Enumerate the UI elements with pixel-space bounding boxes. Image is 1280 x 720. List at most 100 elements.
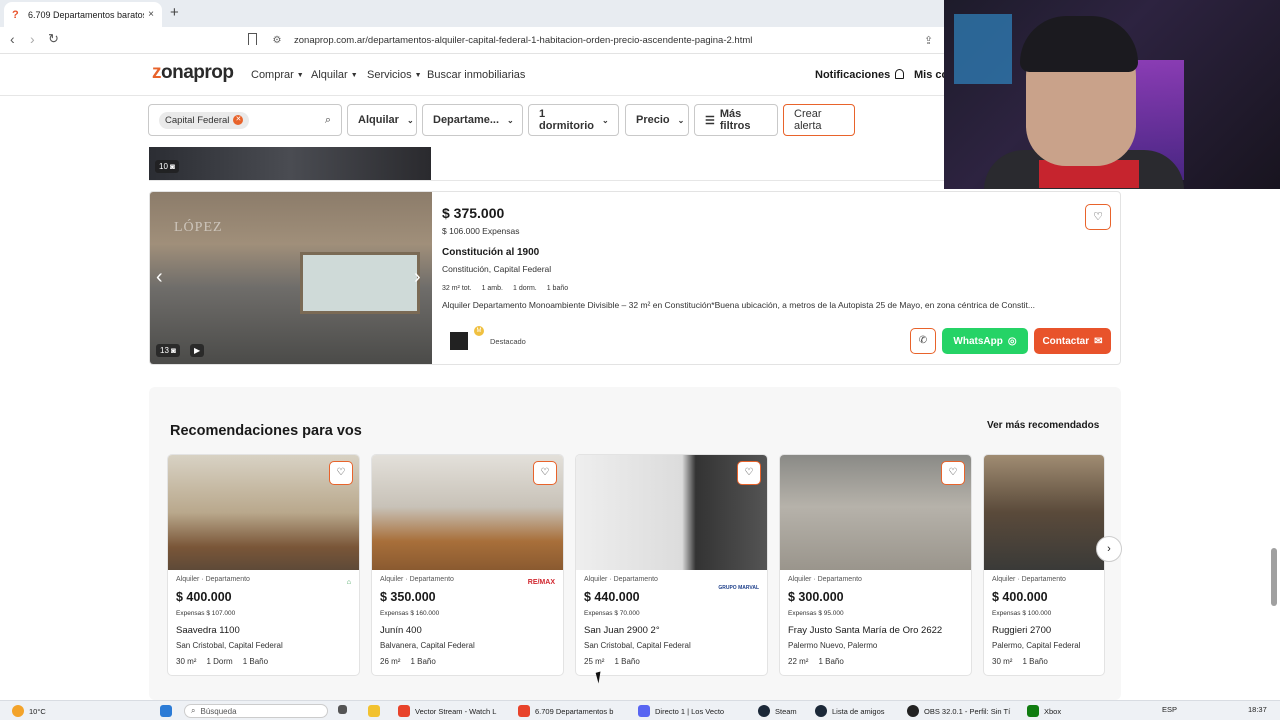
recommendations-title: Recomendaciones para vos xyxy=(170,423,362,439)
zonaprop-logo[interactable]: zonaprop xyxy=(152,62,234,84)
operation-select[interactable]: Alquilar ⌄ xyxy=(347,104,417,136)
tab-title: 6.709 Departamentos baratos xyxy=(28,9,145,20)
start-button[interactable] xyxy=(160,705,172,717)
location-search-input[interactable]: Capital Federal ✕ ⌕ xyxy=(148,104,342,136)
steam-icon xyxy=(815,705,827,717)
carousel-next-button[interactable]: › xyxy=(1096,536,1122,562)
heart-icon[interactable]: ♡ xyxy=(329,461,353,485)
recommendation-card[interactable]: Alquiler · Departamento $ 400.000 Expens… xyxy=(983,454,1105,676)
heart-icon[interactable]: ♡ xyxy=(737,461,761,485)
chevron-down-icon: ⌄ xyxy=(406,115,414,125)
page-scrollbar[interactable] xyxy=(1271,548,1277,606)
webcam-overlay xyxy=(944,0,1280,189)
chevron-down-icon: ⌄ xyxy=(507,115,514,125)
taskbar-obs[interactable]: OBS 32.0.1 - Perfil: Sin Tí xyxy=(907,705,1010,717)
nav-comprar[interactable]: Comprar ▼ xyxy=(251,69,304,81)
weather-widget[interactable]: 10°C xyxy=(12,705,46,717)
create-alert-button[interactable]: Crear alerta xyxy=(783,104,855,136)
chevron-down-icon: ⌄ xyxy=(601,115,609,125)
bell-icon xyxy=(895,69,905,79)
rec-type: Alquiler · Departamento xyxy=(788,576,862,583)
forward-icon[interactable]: › xyxy=(30,31,35,47)
previous-listing-photo[interactable]: 10 ◙ xyxy=(149,147,431,180)
feature-baths: 1 baño xyxy=(546,285,569,292)
taskbar-discord[interactable]: Directo 1 | Los Vecto xyxy=(638,705,724,717)
contact-button[interactable]: Contactar ✉ xyxy=(1034,328,1111,354)
taskbar-vector-stream[interactable]: Vector Stream - Watch L xyxy=(398,705,496,717)
taskview-icon[interactable] xyxy=(338,705,347,714)
nav-buscar-inmobiliarias[interactable]: Buscar inmobiliarias xyxy=(427,69,525,81)
rooms-select[interactable]: 1 dormitorio ⌄ xyxy=(528,104,619,136)
search-icon[interactable]: ⌕ xyxy=(325,114,331,127)
listing-description[interactable]: Alquiler Departamento Monoambiente Divis… xyxy=(442,300,1082,310)
rec-price: $ 400.000 xyxy=(992,590,1048,604)
tab-close-icon[interactable]: × xyxy=(148,9,154,20)
taskbar-xbox[interactable]: Xbox xyxy=(1027,705,1061,717)
location-chip[interactable]: Capital Federal ✕ xyxy=(159,111,250,129)
back-icon[interactable]: ‹ xyxy=(10,31,15,47)
taskbar-search[interactable]: ⌕ Búsqueda xyxy=(184,704,328,718)
agency-logo[interactable] xyxy=(450,332,468,350)
recommendation-card[interactable]: ♡ Alquiler · Departamento ⌂ $ 400.000 Ex… xyxy=(167,454,360,676)
search-icon: ⌕ xyxy=(191,706,196,715)
listing-expenses: $ 106.000 Expensas xyxy=(442,226,520,236)
see-more-recommendations-link[interactable]: Ver más recomendados xyxy=(987,420,1099,431)
language-indicator[interactable]: ESP xyxy=(1162,705,1177,714)
rec-type: Alquiler · Departamento xyxy=(176,576,250,583)
next-photo-icon[interactable]: › xyxy=(414,266,421,289)
heart-icon[interactable]: ♡ xyxy=(533,461,557,485)
new-tab-button[interactable]: + xyxy=(170,4,179,21)
address-bar[interactable]: ⚙ zonaprop.com.ar/departamentos-alquiler… xyxy=(268,30,944,51)
listing-features: 32 m² tot. 1 amb. 1 dorm. 1 baño xyxy=(442,285,568,292)
camera-icon: ◙ xyxy=(171,346,176,355)
share-icon[interactable]: ⇪ xyxy=(924,34,933,47)
photo-count-badge: 13 ◙ xyxy=(156,344,180,357)
remove-chip-icon: ✕ xyxy=(233,115,244,125)
taskbar-zonaprop[interactable]: 6.709 Departamentos b xyxy=(518,705,613,717)
listing-address[interactable]: Constitución al 1900 xyxy=(442,247,539,258)
rec-expenses: Expensas $ 100.000 xyxy=(992,610,1052,617)
listing-location: Constitución, Capital Federal xyxy=(442,264,552,274)
windows-taskbar: 10°C ⌕ Búsqueda Vector Stream - Watch L 6… xyxy=(0,700,1280,720)
weather-icon xyxy=(12,705,24,717)
whatsapp-button[interactable]: WhatsApp ◎ xyxy=(942,328,1028,354)
prev-photo-icon[interactable]: ‹ xyxy=(156,266,163,289)
recommendation-card[interactable]: ♡ Alquiler · Departamento $ 300.000 Expe… xyxy=(779,454,972,676)
recommendation-photo[interactable] xyxy=(984,455,1104,570)
chevron-down-icon: ▼ xyxy=(350,71,358,79)
url-text: zonaprop.com.ar/departamentos-alquiler-c… xyxy=(294,35,753,46)
mail-icon: ✉ xyxy=(1094,335,1103,347)
recommendation-card[interactable]: ♡ Alquiler · Departamento RE/MAX $ 350.0… xyxy=(371,454,564,676)
clock[interactable]: 18:37 xyxy=(1248,705,1267,714)
agency-logo-icon: ⌂ xyxy=(346,579,351,586)
taskbar-steam[interactable]: Steam xyxy=(758,705,797,717)
listing-photo[interactable]: LÓPEZ ‹ › 13 ◙ ▶ xyxy=(150,192,432,364)
notifications-button[interactable]: Notificaciones xyxy=(815,69,905,81)
brave-icon xyxy=(398,705,410,717)
taskbar-friends[interactable]: Lista de amigos xyxy=(815,705,885,717)
feature-area: 32 m² tot. xyxy=(442,285,472,292)
favorite-button[interactable]: ♡ xyxy=(1085,204,1111,230)
listing-price: $ 375.000 xyxy=(442,205,505,221)
reload-icon[interactable]: ↻ xyxy=(48,31,59,47)
file-explorer-icon[interactable] xyxy=(368,705,380,717)
property-type-select[interactable]: Departame... ⌄ xyxy=(422,104,523,136)
rec-expenses: Expensas $ 70.000 xyxy=(584,610,640,617)
rec-type: Alquiler · Departamento xyxy=(584,576,658,583)
rec-price: $ 440.000 xyxy=(584,590,640,604)
xbox-icon xyxy=(1027,705,1039,717)
nav-alquilar[interactable]: Alquilar ▼ xyxy=(311,69,358,81)
site-info-icon[interactable]: ⚙ xyxy=(268,35,286,46)
bookmark-icon[interactable] xyxy=(248,33,257,45)
rec-features: 22 m² 1 Baño xyxy=(788,657,844,666)
more-filters-button[interactable]: ☰ Más filtros xyxy=(694,104,778,136)
heart-icon[interactable]: ♡ xyxy=(941,461,965,485)
phone-button[interactable]: ✆ xyxy=(910,328,936,354)
nav-servicios[interactable]: Servicios ▼ xyxy=(367,69,422,81)
price-select[interactable]: Precio ⌄ xyxy=(625,104,689,136)
listing-card[interactable]: LÓPEZ ‹ › 13 ◙ ▶ $ 375.000 $ 106.000 Exp… xyxy=(149,191,1121,365)
browser-tab[interactable]: ? 6.709 Departamentos baratos × xyxy=(4,2,162,27)
rec-type: Alquiler · Departamento xyxy=(380,576,454,583)
recommendation-card[interactable]: ♡ Alquiler · Departamento GRUPO MARVAL $… xyxy=(575,454,768,676)
rec-location: San Cristobal, Capital Federal xyxy=(584,641,691,650)
